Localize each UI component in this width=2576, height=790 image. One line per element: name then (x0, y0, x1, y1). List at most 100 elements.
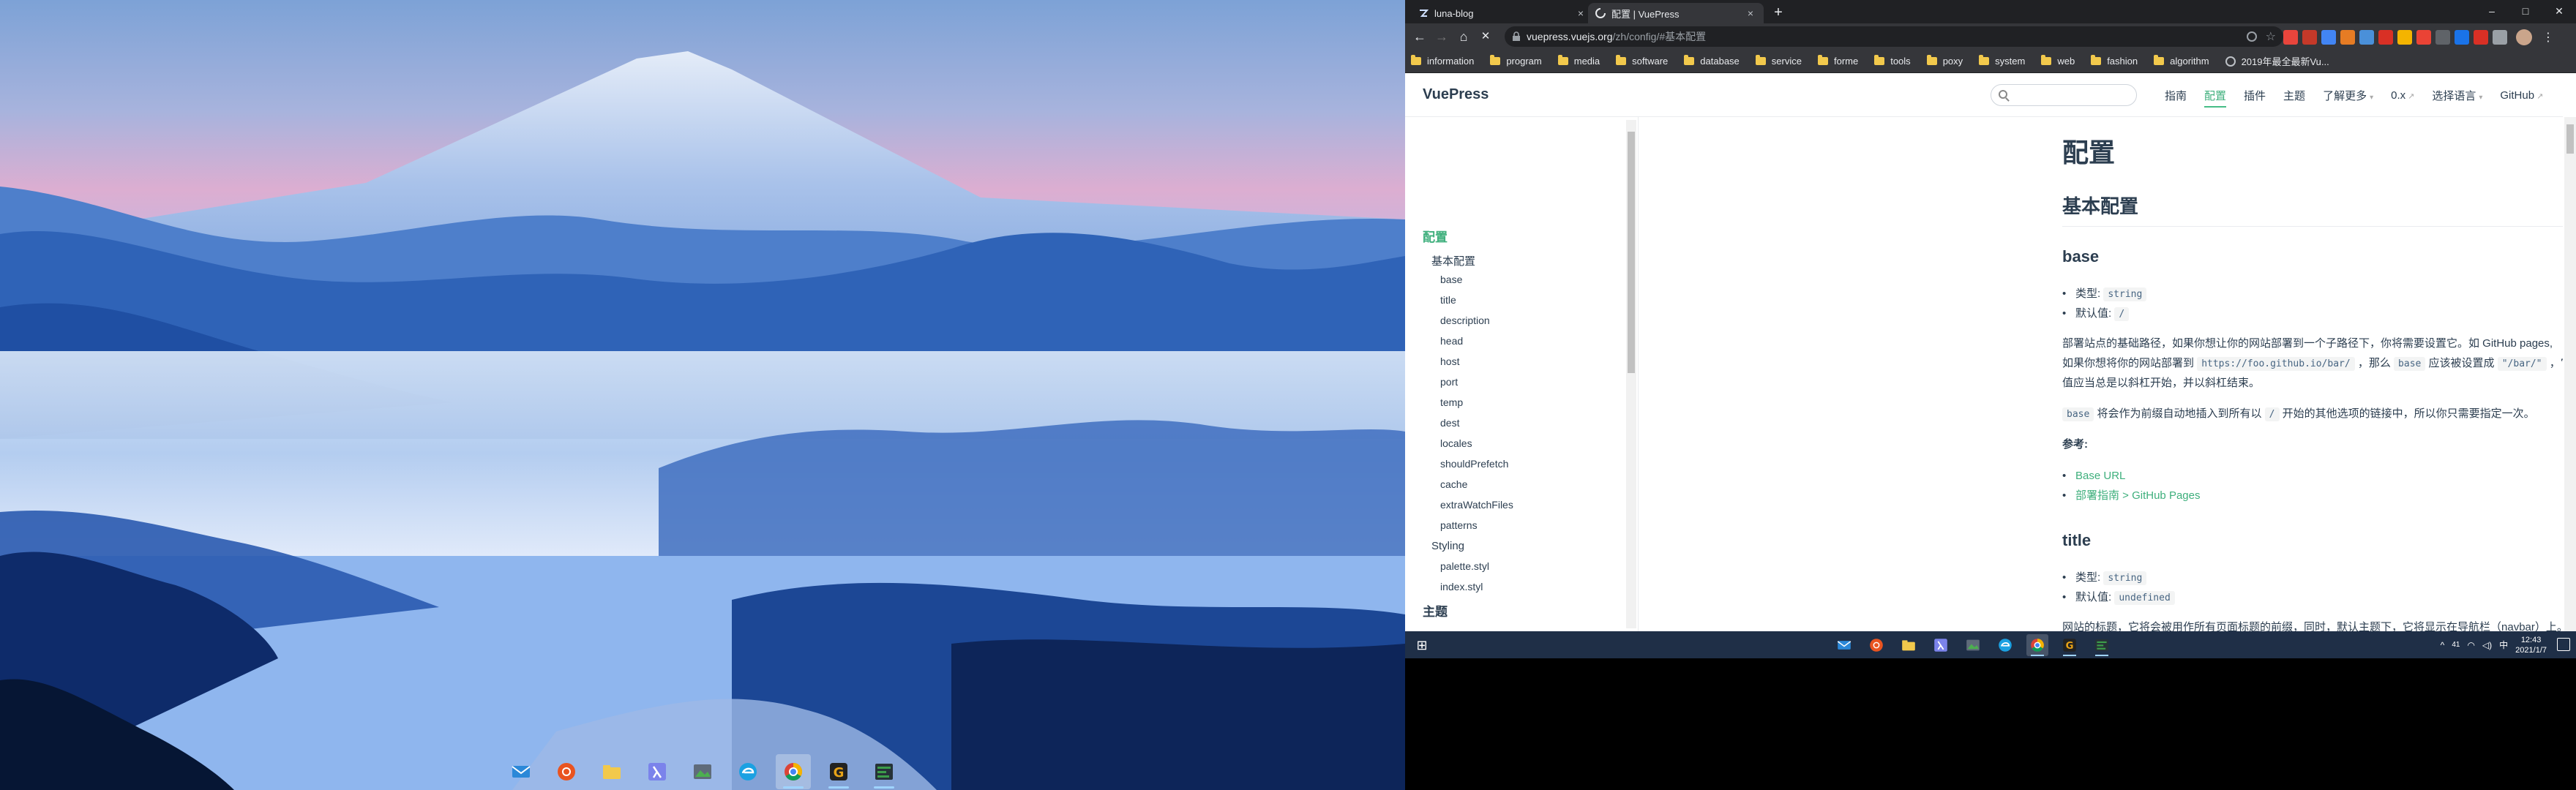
bookmark-item[interactable]: software (1616, 55, 1668, 67)
sidebar-item[interactable]: base (1405, 274, 1462, 285)
sidebar-item[interactable]: 配置 (1405, 227, 1448, 245)
search-input[interactable] (1991, 84, 2137, 106)
network-icon[interactable]: ◠ (2467, 640, 2474, 650)
back-button[interactable]: ← (1411, 28, 1429, 45)
extension-icon[interactable] (2416, 30, 2431, 45)
nav-link[interactable]: GitHub ↗ (2500, 89, 2543, 102)
sidebar-item[interactable]: dest (1405, 417, 1459, 429)
bookmark-item[interactable]: algorithm (2154, 55, 2209, 67)
bookmark-item[interactable]: forme (1817, 55, 1858, 67)
bookmark-item[interactable]: system (1979, 55, 2025, 67)
volume-icon[interactable]: ◁) (2482, 640, 2492, 650)
scrollbar-thumb[interactable] (2566, 124, 2574, 154)
bookmark-item[interactable]: database (1684, 55, 1740, 67)
bookmark-item[interactable]: poxy (1926, 55, 1963, 67)
tab-luna-blog[interactable]: luna-blog × (1411, 3, 1594, 23)
sidebar-item[interactable]: description (1405, 315, 1490, 326)
photos-app-icon[interactable] (685, 754, 720, 789)
mail-app-icon[interactable] (1833, 634, 1855, 656)
nav-link[interactable]: 配置 (2204, 88, 2227, 108)
nav-link[interactable]: 指南 (2165, 88, 2187, 103)
chrome-icon[interactable] (2026, 634, 2048, 656)
bookmark-star-icon[interactable]: ☆ (2266, 29, 2276, 44)
g-app-icon[interactable]: G (821, 754, 856, 789)
sidebar-item[interactable]: title (1405, 294, 1456, 306)
forward-button[interactable]: → (1433, 28, 1450, 45)
extension-icon[interactable] (2359, 30, 2374, 45)
terminal-app-icon[interactable] (866, 754, 902, 789)
bookmark-item[interactable]: information (1411, 55, 1474, 67)
extension-icon[interactable] (2302, 30, 2317, 45)
zoom-icon[interactable] (2246, 31, 2257, 42)
extension-icon[interactable] (2474, 30, 2488, 45)
extension-icon[interactable] (2455, 30, 2469, 45)
home-button[interactable]: ⌂ (1455, 28, 1472, 45)
sidebar-item[interactable]: temp (1405, 396, 1463, 408)
sidebar-item[interactable]: 基本配置 (1405, 253, 1475, 268)
bookmark-item[interactable]: service (1755, 55, 1802, 67)
notification-icon[interactable] (2557, 638, 2570, 651)
tray-overflow-button[interactable]: ^ (2441, 640, 2445, 650)
sidebar-item[interactable]: patterns (1405, 519, 1478, 531)
nav-link[interactable]: 选择语言 ▾ (2432, 88, 2482, 103)
maximize-button[interactable]: □ (2509, 0, 2542, 23)
tab-vuepress-config[interactable]: 配置 | VuePress × (1588, 3, 1764, 23)
start-button[interactable]: ⊞ (1411, 634, 1433, 656)
scrollbar-thumb[interactable] (1628, 132, 1635, 373)
browser-menu-button[interactable]: ⋮ (2542, 30, 2554, 45)
sidebar-item[interactable]: index.styl (1405, 581, 1483, 592)
bookmark-item[interactable]: media (1557, 55, 1600, 67)
bookmark-item[interactable]: tools (1874, 55, 1911, 67)
edge-icon[interactable] (730, 754, 765, 789)
ubuntu-icon[interactable] (1865, 634, 1887, 656)
extension-icon[interactable] (2435, 30, 2450, 45)
site-name-link[interactable]: VuePress (1423, 86, 1489, 103)
sidebar-item[interactable]: extraWatchFiles (1405, 499, 1513, 511)
sidebar-item[interactable]: 主题 (1405, 601, 1448, 620)
sidebar-item[interactable]: host (1405, 356, 1459, 367)
link-deploy-github-pages[interactable]: 部署指南 > GitHub Pages (2075, 489, 2200, 502)
extension-icon[interactable] (2493, 30, 2507, 45)
link-base-url[interactable]: Base URL (2075, 470, 2125, 482)
tab-close-button[interactable]: × (1575, 7, 1587, 19)
edge-icon[interactable] (1994, 634, 2016, 656)
sidebar-item[interactable]: shouldPrefetch (1405, 458, 1508, 470)
tab-close-button[interactable]: × (1745, 7, 1756, 19)
lambda-app-icon[interactable] (1930, 634, 1952, 656)
bookmark-item[interactable]: 2019年最全最新Vu... (2225, 54, 2329, 68)
close-window-button[interactable]: ✕ (2542, 0, 2576, 23)
bookmark-item[interactable]: program (1490, 55, 1542, 67)
stop-loading-button[interactable]: ✕ (1477, 28, 1494, 45)
address-bar[interactable]: vuepress.vuejs.org /zh/config/#基本配置 ☆ (1505, 26, 2283, 47)
nav-link[interactable]: 0.x ↗ (2391, 89, 2414, 102)
new-tab-button[interactable]: + (1770, 4, 1787, 22)
page-scrollbar[interactable] (2564, 117, 2576, 631)
minimize-button[interactable]: – (2475, 0, 2509, 23)
extension-icon[interactable] (2397, 30, 2412, 45)
sidebar-item[interactable]: Styling (1405, 540, 1464, 552)
terminal-app-icon[interactable] (2091, 634, 2113, 656)
sidebar-item[interactable]: locales (1405, 437, 1472, 449)
nav-link[interactable]: 插件 (2244, 88, 2266, 103)
file-explorer-icon[interactable] (594, 754, 629, 789)
lambda-app-icon[interactable] (640, 754, 675, 789)
sidebar-scrollbar[interactable] (1626, 120, 1636, 628)
mail-app-icon[interactable] (503, 754, 539, 789)
sidebar-item[interactable]: head (1405, 335, 1463, 347)
bookmark-item[interactable]: web (2041, 55, 2075, 67)
profile-avatar[interactable] (2516, 29, 2532, 45)
file-explorer-icon[interactable] (1898, 634, 1920, 656)
sidebar-item[interactable]: port (1405, 376, 1458, 388)
extension-icon[interactable] (2321, 30, 2336, 45)
clock[interactable]: 12:43 2021/1/7 (2515, 635, 2547, 655)
extension-icon[interactable] (2340, 30, 2355, 45)
ubuntu-icon[interactable] (549, 754, 584, 789)
extension-icon[interactable] (2283, 30, 2298, 45)
photos-app-icon[interactable] (1962, 634, 1984, 656)
chrome-icon[interactable] (776, 754, 811, 789)
extension-icon[interactable] (2378, 30, 2393, 45)
g-app-icon[interactable]: G (2059, 634, 2081, 656)
sidebar-item[interactable]: cache (1405, 478, 1467, 490)
sidebar-item[interactable]: palette.styl (1405, 560, 1489, 572)
bookmark-item[interactable]: fashion (2091, 55, 2138, 67)
